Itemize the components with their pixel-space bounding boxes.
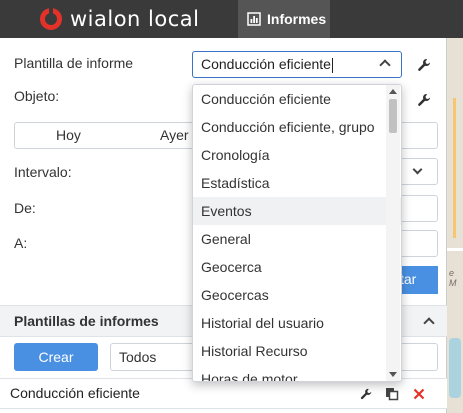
dropdown-option[interactable]: Historial Recurso	[193, 337, 401, 365]
tab-informes[interactable]: Informes	[238, 0, 330, 38]
tab-ayer[interactable]: Ayer	[160, 127, 189, 143]
copy-icon[interactable]	[385, 387, 399, 401]
wrench-icon[interactable]	[359, 387, 373, 401]
dropdown-option[interactable]: Horas de motor	[193, 365, 401, 381]
dropdown-option[interactable]: Historial del usuario	[193, 309, 401, 337]
to-label: A:	[14, 235, 28, 251]
to-date-field[interactable]	[396, 230, 438, 257]
templates-section-title: Plantillas de informes	[14, 313, 159, 329]
chevron-up-icon	[379, 59, 391, 71]
template-label: Plantilla de informe	[14, 55, 134, 71]
list-item	[0, 408, 447, 413]
chevron-up-icon[interactable]	[423, 317, 435, 329]
dropdown-option[interactable]: Geocercas	[193, 281, 401, 309]
from-label: De:	[14, 200, 36, 216]
scroll-down-icon[interactable]	[389, 372, 397, 377]
dropdown-option[interactable]: Geocerca	[193, 253, 401, 281]
report-icon	[247, 12, 261, 26]
template-name: Conducción eficiente	[10, 385, 140, 401]
template-select-value: Conducción eficiente	[201, 56, 331, 72]
from-date-field[interactable]	[396, 195, 438, 222]
object-wrench-icon[interactable]	[416, 92, 432, 108]
dropdown-option[interactable]: Estadística	[193, 169, 401, 197]
list-item[interactable]: Conducción eficiente	[0, 378, 447, 408]
scroll-up-icon[interactable]	[389, 89, 397, 94]
execute-button-label: tar	[400, 271, 417, 287]
template-filter-value: Todos	[119, 349, 157, 365]
dropdown-scrollbar[interactable]	[386, 85, 400, 381]
logo-icon	[40, 8, 62, 30]
scroll-thumb[interactable]	[389, 99, 397, 133]
create-button[interactable]: Crear	[14, 343, 98, 371]
dropdown-option[interactable]: Eventos	[193, 197, 401, 225]
dropdown-option[interactable]: Conducción eficiente, grupo	[193, 113, 401, 141]
app-logo[interactable]: wialon local	[40, 6, 199, 32]
map-area[interactable]: e M	[447, 38, 463, 413]
logo-text: wialon local	[70, 7, 200, 31]
map-label: e M	[449, 268, 457, 288]
delete-icon[interactable]	[412, 387, 426, 401]
tab-hoy[interactable]: Hoy	[56, 127, 81, 143]
dropdown-option[interactable]: Cronología	[193, 141, 401, 169]
chevron-down-icon	[412, 164, 423, 175]
interval-label: Intervalo:	[14, 164, 72, 180]
wrench-icon[interactable]	[416, 57, 432, 73]
interval-select[interactable]	[396, 158, 438, 185]
template-select[interactable]: Conducción eficiente	[192, 51, 402, 78]
dropdown-option[interactable]: General	[193, 225, 401, 253]
template-dropdown-list[interactable]: Conducción eficiente Conducción eficient…	[192, 84, 402, 382]
top-bar: wialon local Informes	[0, 0, 463, 38]
object-label: Objeto:	[14, 88, 60, 104]
tab-informes-label: Informes	[267, 11, 327, 27]
dropdown-option[interactable]: Conducción eficiente	[193, 85, 401, 113]
